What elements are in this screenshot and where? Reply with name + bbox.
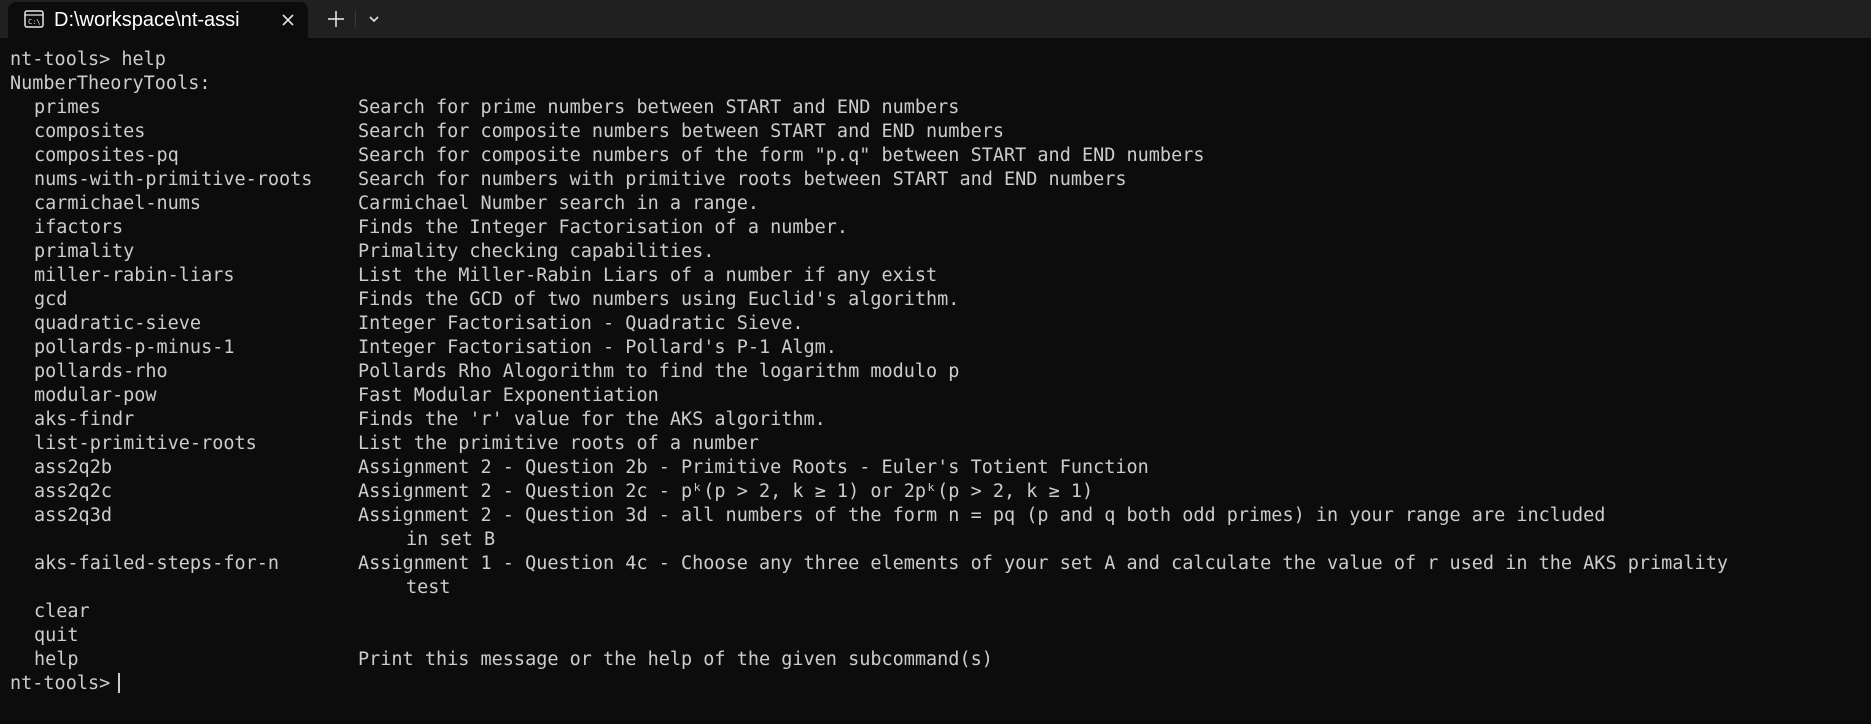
plus-icon[interactable] <box>322 6 350 32</box>
chevron-down-icon[interactable] <box>362 8 386 30</box>
command-description: Search for composite numbers between STA… <box>358 121 1005 142</box>
command-name: primality <box>34 241 135 262</box>
command-description: Fast Modular Exponentiation <box>358 385 659 406</box>
command-name: list-primitive-roots <box>34 433 257 454</box>
list-item: nums-with-primitive-roots Search for numb… <box>10 168 1860 192</box>
command-description: Search for prime numbers between START a… <box>358 97 960 118</box>
command-description: Finds the GCD of two numbers using Eucli… <box>358 289 960 310</box>
command-description: Search for numbers with primitive roots … <box>358 169 1127 190</box>
command-description: Integer Factorisation - Pollard's P-1 Al… <box>358 337 837 358</box>
list-item: pollards-p-minus-1 Integer Factorisation … <box>10 336 1860 360</box>
text-cursor <box>118 673 121 693</box>
command-name: clear <box>34 601 90 622</box>
command-name: aks-findr <box>34 409 135 430</box>
command-description-continuation: test <box>406 577 451 598</box>
command-name: composites-pq <box>34 145 179 166</box>
prompt: nt-tools> <box>10 673 111 694</box>
command-description: Finds the Integer Factorisation of a num… <box>358 217 849 238</box>
tab-title: D:\workspace\nt-assi <box>54 9 240 31</box>
command-name: miller-rabin-liars <box>34 265 235 286</box>
prompt-line[interactable]: nt-tools> <box>10 672 1860 696</box>
command-name: composites <box>34 121 146 142</box>
list-item-continuation: in set B <box>10 528 1860 552</box>
command-name: primes <box>34 97 101 118</box>
command-name: ass2q2c <box>34 481 112 502</box>
command-description: Search for composite numbers of the form… <box>358 145 1205 166</box>
list-item: clear <box>10 600 1860 624</box>
list-item: ass2q2b Assignment 2 - Question 2b - Prim… <box>10 456 1860 480</box>
svg-text:C:\: C:\ <box>28 18 41 26</box>
title-bar: C:\ D:\workspace\nt-assi <box>0 0 1871 38</box>
command-name: nums-with-primitive-roots <box>34 169 313 190</box>
list-item: aks-findr Finds the 'r' value for the AKS… <box>10 408 1860 432</box>
close-icon[interactable] <box>276 8 300 32</box>
command-name: gcd <box>34 289 68 310</box>
command-description: Print this message or the help of the gi… <box>358 649 993 670</box>
list-item: list-primitive-roots List the primitive r… <box>10 432 1860 456</box>
command-description: Finds the 'r' value for the AKS algorith… <box>358 409 826 430</box>
command-name: ifactors <box>34 217 124 238</box>
list-item: help Print this message or the help of th… <box>10 648 1860 672</box>
command-description-continuation: in set B <box>406 529 496 550</box>
command-name: pollards-p-minus-1 <box>34 337 235 358</box>
command-description: Integer Factorisation - Quadratic Sieve. <box>358 313 804 334</box>
command-name: pollards-rho <box>34 361 168 382</box>
list-item-continuation: test <box>10 576 1860 600</box>
command-name: ass2q3d <box>34 505 112 526</box>
command-name: quit <box>34 625 79 646</box>
command-description: Carmichael Number search in a range. <box>358 193 759 214</box>
terminal-icon: C:\ <box>24 10 44 28</box>
list-item: miller-rabin-liars List the Miller-Rabin … <box>10 264 1860 288</box>
list-item: composites-pq Search for composite number… <box>10 144 1860 168</box>
terminal-output[interactable]: nt-tools> help NumberTheoryTools: primes… <box>10 48 1860 718</box>
command-description: Pollards Rho Alogorithm to find the loga… <box>358 361 960 382</box>
list-item: quit <box>10 624 1860 648</box>
list-item: primes Search for prime numbers between S… <box>10 96 1860 120</box>
command-line: nt-tools> help <box>10 49 166 70</box>
list-item: ass2q2c Assignment 2 - Question 2c - pᵏ(p… <box>10 480 1860 504</box>
command-name: modular-pow <box>34 385 157 406</box>
list-item: quadratic-sieve Integer Factorisation - Q… <box>10 312 1860 336</box>
command-name: aks-failed-steps-for-n <box>34 553 280 574</box>
command-description: Assignment 1 - Question 4c - Choose any … <box>358 553 1728 574</box>
command-description: Assignment 2 - Question 2c - pᵏ(p > 2, k… <box>358 481 1094 502</box>
list-item: composites Search for composite numbers b… <box>10 120 1860 144</box>
list-item: modular-pow Fast Modular Exponentiation <box>10 384 1860 408</box>
list-item: ifactors Finds the Integer Factorisation … <box>10 216 1860 240</box>
list-item: gcd Finds the GCD of two numbers using Eu… <box>10 288 1860 312</box>
command-name: ass2q2b <box>34 457 112 478</box>
command-name: carmichael-nums <box>34 193 202 214</box>
command-description: Assignment 2 - Question 3d - all numbers… <box>358 505 1606 526</box>
list-item: aks-failed-steps-for-n Assignment 1 - Que… <box>10 552 1860 576</box>
tab-terminal[interactable]: C:\ D:\workspace\nt-assi <box>8 2 308 38</box>
command-description: Primality checking capabilities. <box>358 241 715 262</box>
command-name: help <box>34 649 79 670</box>
command-description: List the primitive roots of a number <box>358 433 759 454</box>
list-item: pollards-rho Pollards Rho Alogorithm to f… <box>10 360 1860 384</box>
command-name: quadratic-sieve <box>34 313 202 334</box>
command-description: List the Miller-Rabin Liars of a number … <box>358 265 938 286</box>
command-list: primes Search for prime numbers between S… <box>10 96 1860 672</box>
command-description: Assignment 2 - Question 2b - Primitive R… <box>358 457 1149 478</box>
tab-separator <box>355 11 356 27</box>
list-item: carmichael-nums Carmichael Number search … <box>10 192 1860 216</box>
list-item: primality Primality checking capabilities… <box>10 240 1860 264</box>
help-heading: NumberTheoryTools: <box>10 73 211 94</box>
list-item: ass2q3d Assignment 2 - Question 3d - all … <box>10 504 1860 528</box>
